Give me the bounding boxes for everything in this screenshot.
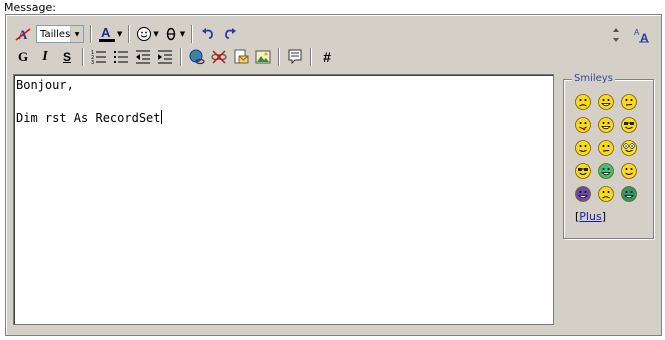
toolbar-separator [278,48,280,66]
chevron-down-icon: ▼ [179,30,186,38]
unlink-icon [211,50,227,64]
smiley-teeth-dark-icon[interactable] [620,185,638,203]
text-cursor [160,110,162,124]
font-color-icon: A [99,25,115,42]
smiley-sad-icon[interactable] [574,93,592,111]
smiley-laugh-icon[interactable] [597,116,615,134]
insert-quote-button[interactable] [284,47,306,67]
smiley-cool-icon[interactable] [620,116,638,134]
smileys-title: Smileys [572,73,615,84]
bullet-list-icon [114,51,128,63]
font-color-button[interactable]: A ▼ [96,24,124,44]
ordered-list-button[interactable]: 123 [88,47,110,67]
remove-format-icon: A [15,27,31,42]
unordered-list-button[interactable] [110,47,132,67]
font-size-value: Tailles [40,28,70,40]
smiley-icon [137,27,152,41]
toolbar-separator [90,25,92,43]
image-icon [255,50,271,64]
remove-format-button[interactable]: A [12,24,34,44]
text-line [16,94,551,110]
redo-button[interactable] [219,24,241,44]
smiley-worried-icon[interactable] [597,139,615,157]
font-size-toggle-button[interactable]: A A [631,25,653,45]
rich-text-editor: A Tailles ▼ A ▼ ▼ [5,14,662,336]
ordered-list-icon: 123 [91,50,106,65]
font-size-icon: A A [634,28,649,43]
svg-text:A: A [101,25,111,40]
smiley-smile-icon[interactable] [574,139,592,157]
smiley-grid [574,93,638,203]
toolbar-separator [82,48,84,66]
toolbar-row-1: A Tailles ▼ A ▼ ▼ [12,23,241,45]
bold-button[interactable]: G [12,47,34,67]
font-size-select[interactable]: Tailles ▼ [36,25,84,43]
smiley-grin-icon[interactable] [597,93,615,111]
email-icon [234,49,249,64]
redo-icon [225,28,237,39]
toolbar-row-2: G I S 123 # [12,46,338,68]
smiley-tongue-icon[interactable] [574,116,592,134]
insert-smiley-button[interactable]: ▼ [134,24,160,44]
resize-editor-button[interactable] [605,25,627,45]
smiley-confused-icon[interactable] [620,93,638,111]
quote-icon [288,49,302,65]
insert-code-button[interactable]: # [316,47,338,67]
chevron-down-icon: ▼ [153,30,159,38]
insert-image-button[interactable] [252,47,274,67]
chevron-down-icon: ▼ [117,30,123,38]
theta-icon [166,27,176,41]
text-line: Dim rst As RecordSet [16,110,551,126]
globe-link-icon [189,49,205,65]
smiley-unsure-icon[interactable] [597,185,615,203]
smiley-happy-icon[interactable] [620,162,638,180]
toolbar-separator [191,25,194,43]
indent-icon [158,50,172,64]
remove-link-button[interactable] [208,47,230,67]
smiley-eyes-icon[interactable] [620,139,638,157]
smileys-panel: Smileys [Plus] [563,73,654,239]
toolbar-separator [128,25,131,43]
underline-button[interactable]: S [56,47,78,67]
toolbar-separator [310,48,312,66]
chevron-down-icon: ▼ [70,26,83,42]
outdent-icon [136,50,150,64]
more-smileys: [Plus] [575,210,606,223]
right-toolbar: A A [605,25,653,45]
insert-link-button[interactable] [186,47,208,67]
smiley-teeth-green-icon[interactable] [597,162,615,180]
undo-button[interactable] [197,24,219,44]
bracket-close: ] [601,210,606,223]
smiley-purple-icon[interactable] [574,185,592,203]
insert-email-button[interactable] [230,47,252,67]
svg-text:A: A [640,31,649,43]
svg-text:3: 3 [91,60,94,65]
text-line-content: Dim rst As RecordSet [16,111,161,125]
message-label: Message: [4,1,56,14]
outdent-button[interactable] [132,47,154,67]
undo-icon [202,28,214,39]
italic-button[interactable]: I [34,47,56,67]
smiley-glasses-icon[interactable] [574,162,592,180]
resize-arrows-icon [613,28,619,42]
special-chars-button[interactable]: ▼ [161,24,187,44]
text-line: Bonjour, [16,78,74,92]
message-textarea[interactable]: Bonjour, Dim rst As RecordSet [13,74,554,325]
indent-button[interactable] [154,47,176,67]
more-smileys-link[interactable]: Plus [579,210,601,223]
toolbar-separator [180,48,182,66]
